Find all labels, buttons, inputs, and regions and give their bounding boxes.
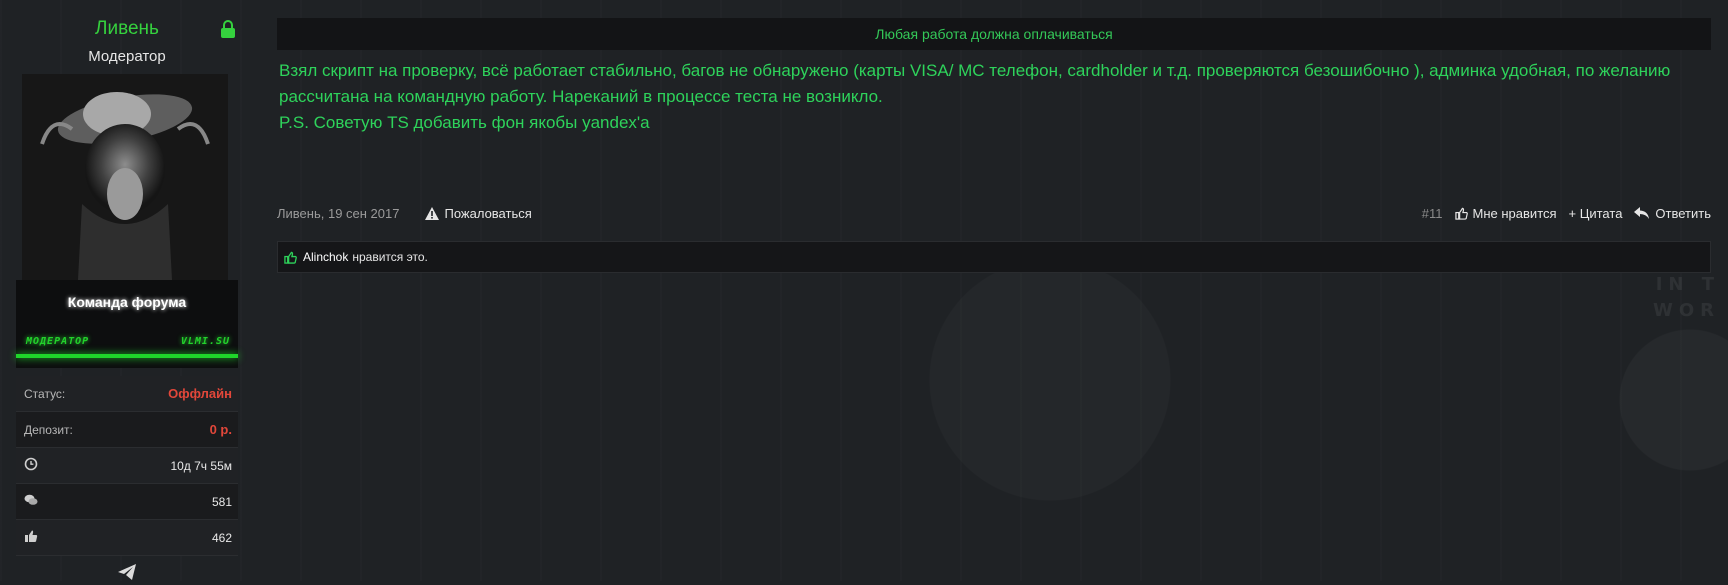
post-title-bar: Любая работа должна оплачиваться (277, 18, 1711, 50)
tag-site: VLMI.SU (180, 336, 230, 347)
user-stats: Статус: Оффлайн Депозит: 0 р. 10д 7ч 55м… (16, 376, 238, 556)
warning-icon (425, 206, 440, 220)
lock-icon (220, 20, 236, 38)
reply-label: Ответить (1655, 205, 1711, 221)
stat-messages-value: 581 (211, 494, 232, 509)
user-info-panel: Ливень Модератор Команда форума МОДЕРАТО… (16, 12, 238, 585)
reply-arrow-icon (1634, 206, 1650, 219)
post-footer-left: Ливень, 19 сен 2017 Пожаловаться (277, 206, 532, 221)
liker-username[interactable]: Alinchok (303, 250, 348, 264)
stat-messages: 581 (16, 484, 238, 520)
stat-likes-value: 462 (211, 530, 232, 545)
report-label: Пожаловаться (444, 205, 532, 221)
stat-status-value: Оффлайн (168, 386, 232, 401)
post-text-line-1: Взял скрипт на проверку, всё работает ст… (279, 61, 1671, 106)
post-title: Любая работа должна оплачиваться (875, 26, 1113, 42)
user-title: Модератор (88, 48, 166, 65)
post-number-link[interactable]: #11 (1422, 206, 1443, 221)
thumbs-up-icon-green (284, 251, 297, 264)
avatar[interactable] (22, 74, 228, 280)
stat-deposit-value: 0 р. (209, 422, 232, 437)
tag-moderator: МОДЕРАТОР (26, 336, 90, 347)
clock-icon (24, 457, 38, 474)
like-button[interactable]: Мне нравится (1454, 205, 1557, 221)
stat-status: Статус: Оффлайн (16, 376, 238, 412)
quote-button[interactable]: + Цитата (1569, 206, 1623, 221)
post-content: Взял скрипт на проверку, всё работает ст… (277, 58, 1711, 136)
stat-deposit-label: Депозит: (24, 422, 73, 437)
stat-online-time: 10д 7ч 55м (16, 448, 238, 484)
post: Любая работа должна оплачиваться Взял ск… (277, 18, 1711, 273)
liked-suffix: нравится это. (352, 250, 428, 264)
report-link[interactable]: Пожаловаться (425, 205, 532, 221)
reply-button[interactable]: Ответить (1634, 206, 1711, 221)
stat-online-time-value: 10д 7ч 55м (170, 458, 232, 473)
team-glow-bar (16, 354, 238, 358)
send-message-icon[interactable] (118, 564, 136, 584)
team-tags: МОДЕРАТОР VLMI.SU (26, 336, 230, 347)
likes-summary: Alinchok нравится это. (277, 241, 1711, 273)
stat-deposit: Депозит: 0 р. (16, 412, 238, 448)
thumbs-up-outline-icon (1454, 207, 1468, 220)
username-link[interactable]: Ливень (95, 18, 159, 39)
username-row: Ливень (16, 12, 238, 46)
post-date[interactable]: Ливень, 19 сен 2017 (277, 206, 399, 221)
stat-status-label: Статус: (24, 386, 66, 401)
chat-bubbles-icon (24, 493, 38, 510)
post-text-line-2: P.S. Советую TS добавить фон якобы yande… (279, 113, 650, 132)
team-banner: Команда форума МОДЕРАТОР VLMI.SU (16, 280, 238, 368)
quote-label: + Цитата (1568, 205, 1623, 221)
like-label: Мне нравится (1472, 205, 1557, 221)
team-label: Команда форума (67, 294, 187, 310)
stat-likes: 462 (16, 520, 238, 556)
post-footer: Ливень, 19 сен 2017 Пожаловаться #11 Мне… (277, 201, 1711, 225)
post-footer-right: #11 Мне нравится + Цитата Ответить (1422, 206, 1711, 221)
thumbs-up-icon (24, 529, 38, 546)
background-watermark-text: IN T WOR (1652, 274, 1720, 321)
